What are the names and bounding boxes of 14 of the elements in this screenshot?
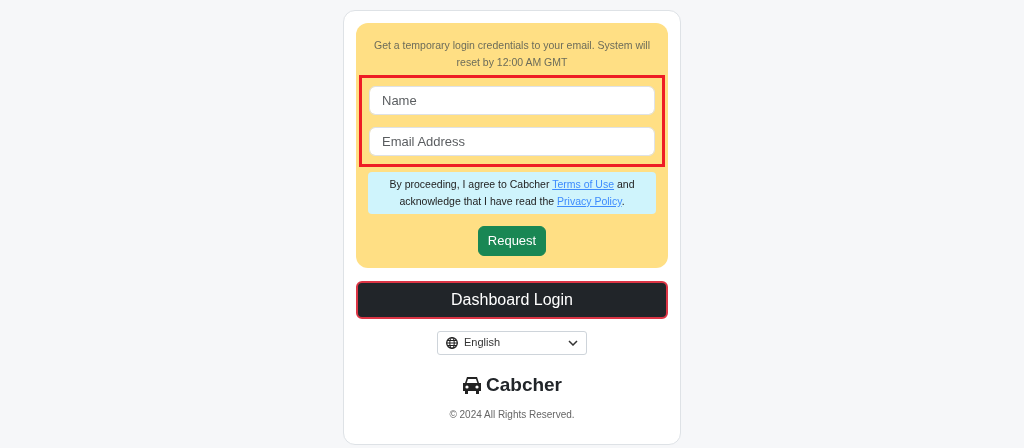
globe-icon	[446, 336, 458, 349]
car-icon	[462, 375, 482, 394]
request-button[interactable]: Request	[477, 226, 547, 256]
policy-link[interactable]: Terms of Use	[552, 178, 615, 190]
intro-text: Get a temporary login credentials to your email. System will reset by 12:00 AM GMT	[373, 38, 651, 70]
input-field[interactable]: Name	[369, 86, 655, 115]
language-select[interactable]: English	[437, 330, 587, 355]
brand-name: Cabcher	[486, 372, 562, 397]
input-field[interactable]: Email Address	[369, 127, 655, 156]
chevron-down-icon	[568, 339, 578, 346]
consent-notice: By proceeding, I agree to Cabcher Terms of Use and acknowledge that I have read the Privacy Policy.	[368, 172, 656, 214]
policy-link[interactable]: Privacy Policy	[557, 195, 622, 207]
copyright-text: © 2024 All Rights Reserved.	[448, 408, 576, 422]
dashboard-login-button[interactable]: Dashboard Login	[356, 280, 668, 319]
